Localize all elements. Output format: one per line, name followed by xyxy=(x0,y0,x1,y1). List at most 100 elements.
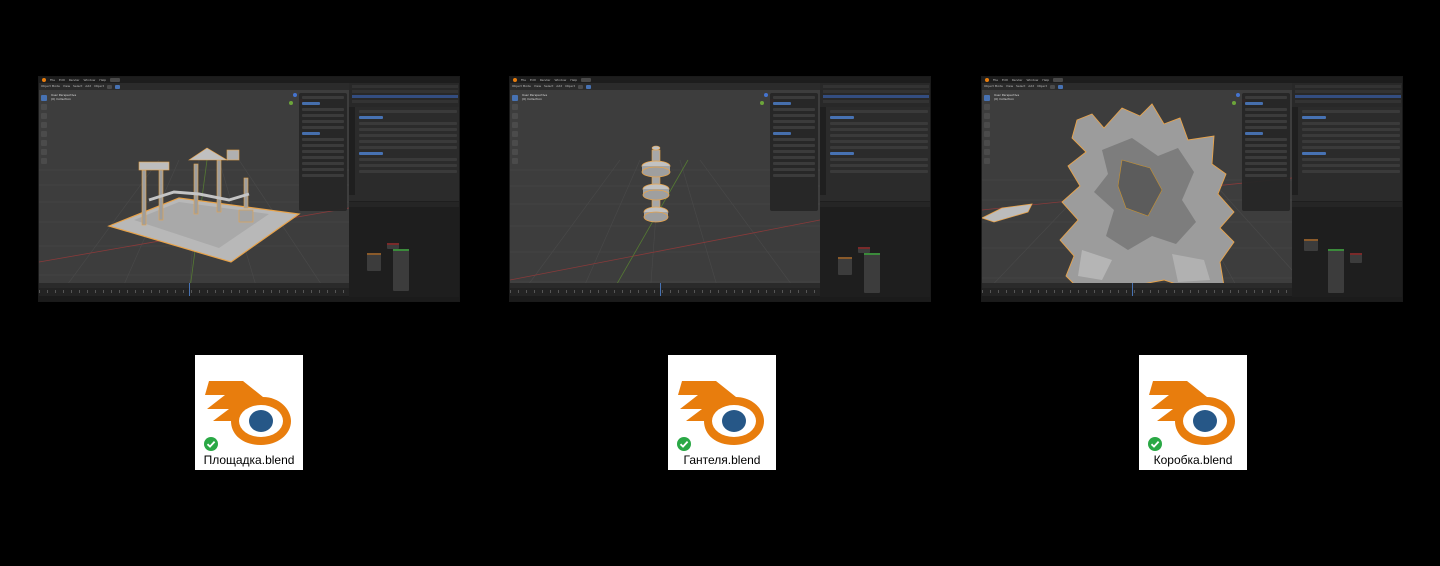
cursor-tool-icon[interactable] xyxy=(984,104,990,110)
viewport-info: User Perspective (0) Collection xyxy=(994,93,1019,101)
shading-button[interactable] xyxy=(1049,84,1055,89)
blender-logo-icon xyxy=(42,78,46,82)
rotate-tool-icon[interactable] xyxy=(984,122,990,128)
select-menu[interactable]: Select xyxy=(1016,83,1025,90)
collection-label: (0) Collection xyxy=(994,97,1015,101)
sidebar-panel[interactable] xyxy=(770,93,818,211)
3d-viewport[interactable]: Object Mode View Select Add Object User … xyxy=(39,83,349,289)
measure-tool-icon[interactable] xyxy=(984,158,990,164)
viewport-header: Object Mode View Select Add Object xyxy=(510,83,820,90)
blender-logo-icon xyxy=(985,78,989,82)
outliner[interactable] xyxy=(1292,83,1402,107)
rotate-tool-icon[interactable] xyxy=(512,122,518,128)
sidebar-panel[interactable] xyxy=(1242,93,1290,211)
shader-node-editor[interactable] xyxy=(349,195,459,297)
y-axis-line xyxy=(613,159,689,289)
viewport-info: User Perspective (0) Collection xyxy=(51,93,76,101)
box-model xyxy=(982,103,1235,289)
blender-screenshot-playground[interactable]: File Edit Render Window Help Object Mode… xyxy=(38,76,460,302)
select-tool-icon[interactable] xyxy=(41,95,47,101)
object-mode-menu[interactable]: Object Mode xyxy=(984,83,1003,90)
annotate-tool-icon[interactable] xyxy=(512,149,518,155)
properties-tabs[interactable] xyxy=(1292,107,1298,195)
blend-file-item[interactable]: Коробка.blend xyxy=(1139,355,1247,470)
view-menu[interactable]: View xyxy=(534,83,541,90)
shader-node-editor[interactable] xyxy=(820,195,930,297)
annotate-tool-icon[interactable] xyxy=(984,149,990,155)
select-tool-icon[interactable] xyxy=(512,95,518,101)
cursor-tool-icon[interactable] xyxy=(512,104,518,110)
transform-tool-icon[interactable] xyxy=(512,140,518,146)
view-menu[interactable]: View xyxy=(1006,83,1013,90)
scale-tool-icon[interactable] xyxy=(984,131,990,137)
measure-tool-icon[interactable] xyxy=(512,158,518,164)
rotate-tool-icon[interactable] xyxy=(41,122,47,128)
outliner[interactable] xyxy=(820,83,930,107)
texture-node[interactable] xyxy=(838,257,852,275)
output-node[interactable] xyxy=(387,243,399,249)
select-menu[interactable]: Select xyxy=(73,83,82,90)
output-node[interactable] xyxy=(1350,253,1362,263)
texture-node[interactable] xyxy=(1304,239,1318,251)
solid-shading-button[interactable] xyxy=(114,84,120,89)
select-menu[interactable]: Select xyxy=(544,83,553,90)
move-tool-icon[interactable] xyxy=(512,113,518,119)
3d-viewport[interactable]: Object Mode View Select Add Object User … xyxy=(982,83,1292,289)
view-menu[interactable]: View xyxy=(63,83,70,90)
blender-logo-icon xyxy=(513,78,517,82)
blender-logo-icon xyxy=(1149,381,1235,445)
blend-file-item[interactable]: Гантеля.blend xyxy=(668,355,776,470)
viewport-info: User Perspective (0) Collection xyxy=(522,93,547,101)
properties-editor[interactable] xyxy=(820,107,930,195)
solid-shading-button[interactable] xyxy=(585,84,591,89)
bsdf-node[interactable] xyxy=(1328,249,1344,293)
shading-button[interactable] xyxy=(577,84,583,89)
tool-shelf xyxy=(41,95,47,164)
move-tool-icon[interactable] xyxy=(984,113,990,119)
bsdf-node[interactable] xyxy=(393,249,409,291)
object-mode-menu[interactable]: Object Mode xyxy=(41,83,60,90)
outliner[interactable] xyxy=(349,83,459,107)
move-tool-icon[interactable] xyxy=(41,113,47,119)
blender-logo-icon xyxy=(678,381,764,445)
transform-tool-icon[interactable] xyxy=(984,140,990,146)
measure-tool-icon[interactable] xyxy=(41,158,47,164)
workspace-tab[interactable] xyxy=(581,78,592,82)
shading-button[interactable] xyxy=(106,84,112,89)
select-tool-icon[interactable] xyxy=(984,95,990,101)
output-node[interactable] xyxy=(858,247,870,253)
workspace-tab[interactable] xyxy=(1053,78,1064,82)
add-menu[interactable]: Add xyxy=(1028,83,1034,90)
object-menu[interactable]: Object xyxy=(565,83,575,90)
shader-node-editor[interactable] xyxy=(1292,195,1402,297)
file-name-label: Коробка.blend xyxy=(1153,453,1233,467)
properties-tabs[interactable] xyxy=(820,107,826,195)
blend-file-item[interactable]: Площадка.blend xyxy=(195,355,303,470)
synced-check-icon xyxy=(1148,437,1162,451)
object-mode-menu[interactable]: Object Mode xyxy=(512,83,531,90)
properties-editor[interactable] xyxy=(349,107,459,195)
object-menu[interactable]: Object xyxy=(1037,83,1047,90)
texture-node[interactable] xyxy=(367,253,381,271)
object-menu[interactable]: Object xyxy=(94,83,104,90)
scale-tool-icon[interactable] xyxy=(41,131,47,137)
cursor-tool-icon[interactable] xyxy=(41,104,47,110)
3d-viewport[interactable]: Object Mode View Select Add Object User … xyxy=(510,83,820,289)
blender-screenshot-box[interactable]: File Edit Render Window Help Object Mode… xyxy=(981,76,1403,302)
x-axis-line xyxy=(510,219,820,281)
blender-screenshot-dumbbell[interactable]: File Edit Render Window Help Object Mode… xyxy=(509,76,931,302)
transform-tool-icon[interactable] xyxy=(41,140,47,146)
properties-editor[interactable] xyxy=(1292,107,1402,195)
add-menu[interactable]: Add xyxy=(85,83,91,90)
scale-tool-icon[interactable] xyxy=(512,131,518,137)
viewport-header: Object Mode View Select Add Object xyxy=(982,83,1292,90)
add-menu[interactable]: Add xyxy=(556,83,562,90)
bsdf-node[interactable] xyxy=(864,253,880,293)
viewport-header: Object Mode View Select Add Object xyxy=(39,83,349,90)
workspace-tab[interactable] xyxy=(110,78,121,82)
annotate-tool-icon[interactable] xyxy=(41,149,47,155)
solid-shading-button[interactable] xyxy=(1057,84,1063,89)
properties-tabs[interactable] xyxy=(349,107,355,195)
sidebar-panel[interactable] xyxy=(299,93,347,211)
collection-label: (0) Collection xyxy=(522,97,543,101)
